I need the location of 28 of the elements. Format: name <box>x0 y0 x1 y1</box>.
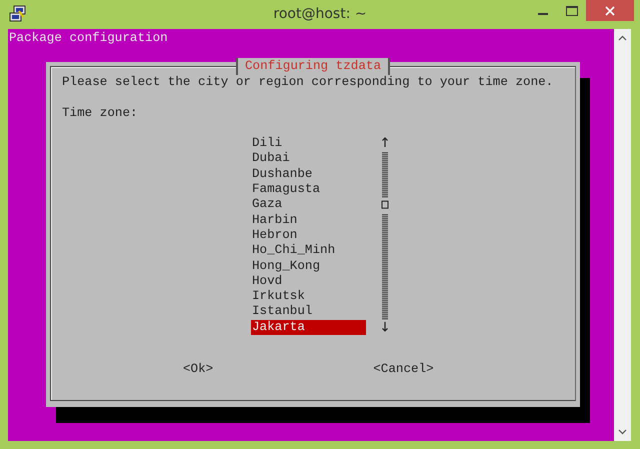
list-item[interactable]: Hovd <box>251 274 366 290</box>
window-scrollbar[interactable] <box>614 29 631 441</box>
list-item[interactable]: Dushanbe <box>251 166 366 182</box>
list-item[interactable]: Harbin <box>251 212 366 228</box>
list-item[interactable]: Jakarta <box>251 320 366 336</box>
maximize-icon <box>566 6 578 16</box>
list-item[interactable]: Ho_Chi_Minh <box>251 243 366 259</box>
list-item[interactable]: Hebron <box>251 228 366 244</box>
minimize-icon <box>538 13 548 15</box>
prompt-text: Please select the city or region corresponding to your time zone. <box>62 75 554 90</box>
close-icon <box>605 6 615 16</box>
list-item[interactable]: Famagusta <box>251 182 366 198</box>
dialog-button[interactable]: <Ok> <box>183 362 214 378</box>
list-item[interactable]: Irkutsk <box>251 289 366 304</box>
list-item[interactable]: Dubai <box>251 151 366 167</box>
list-item[interactable]: Gaza <box>251 197 366 213</box>
terminal-header: Package configuration <box>8 30 169 46</box>
computer-icon <box>9 5 27 23</box>
window-title: root@host: ~ <box>272 6 368 22</box>
list-item[interactable]: Istanbul <box>251 304 366 320</box>
chevron-up-icon[interactable] <box>618 35 627 41</box>
list-item[interactable]: Dili <box>251 136 366 152</box>
dialog-title: Configuring tzdata <box>236 58 390 75</box>
close-button[interactable] <box>586 0 634 21</box>
chevron-down-icon[interactable] <box>618 429 627 435</box>
list-item[interactable]: Hong_Kong <box>251 258 366 274</box>
dialog-button[interactable]: <Cancel> <box>373 362 434 378</box>
field-label: Time zone: <box>62 106 139 121</box>
